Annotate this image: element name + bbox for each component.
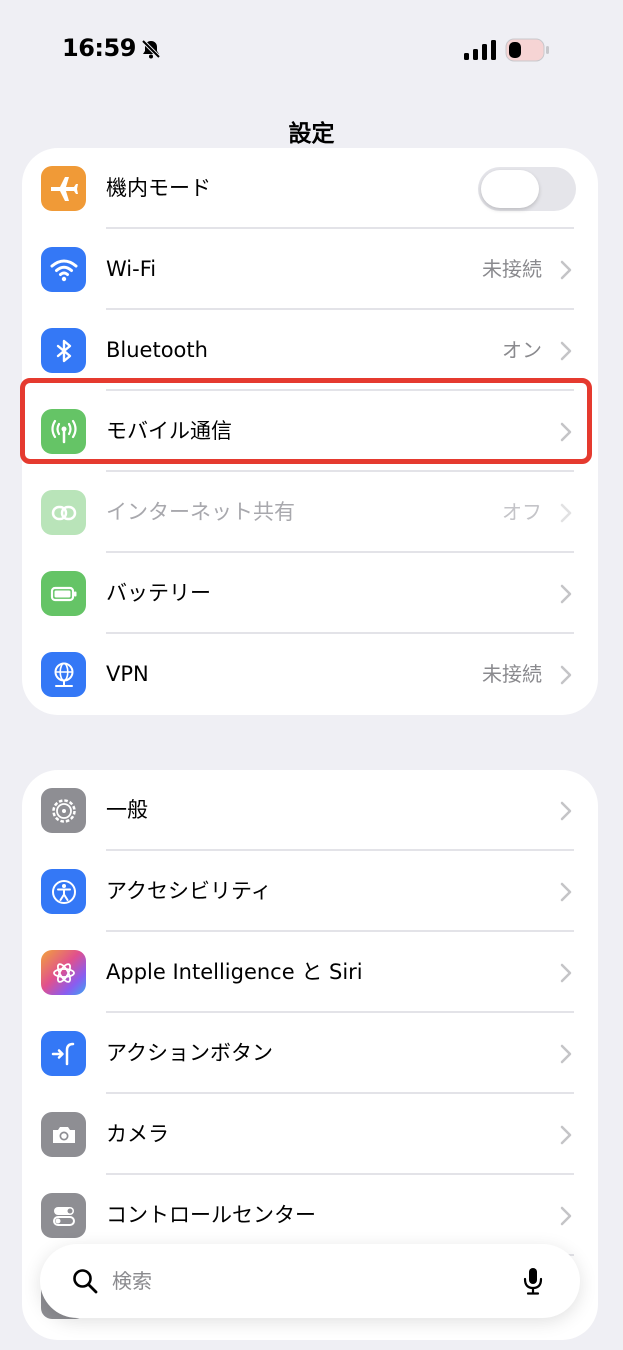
battery-low-icon xyxy=(505,38,549,62)
link-icon xyxy=(41,490,86,535)
row-label: インターネット共有 xyxy=(106,500,295,524)
chevron-right-icon xyxy=(560,1044,572,1064)
row-label: カメラ xyxy=(106,1122,169,1146)
row-label: 機内モード xyxy=(106,176,211,200)
search-placeholder: 検索 xyxy=(112,1269,152,1293)
search-bar[interactable]: 検索 xyxy=(40,1244,580,1318)
row-label: Bluetooth xyxy=(106,338,208,362)
row-label: 一般 xyxy=(106,798,148,822)
wifi-icon xyxy=(41,247,86,292)
airplane-mode-toggle[interactable] xyxy=(478,167,576,211)
accessibility-icon xyxy=(41,869,86,914)
microphone-icon[interactable] xyxy=(522,1266,544,1296)
chevron-right-icon xyxy=(560,260,572,280)
row-value: オン xyxy=(502,338,542,362)
bell-slash-icon xyxy=(141,39,161,59)
row-battery[interactable]: バッテリー xyxy=(22,553,598,634)
connectivity-settings-group: 機内モード Wi-Fi 未接続 Bluetooth オン モバイル通信 インター… xyxy=(22,148,598,715)
antenna-icon xyxy=(41,409,86,454)
row-accessibility[interactable]: アクセシビリティ xyxy=(22,851,598,932)
chevron-right-icon xyxy=(560,801,572,821)
camera-icon xyxy=(41,1112,86,1157)
page-title: 設定 xyxy=(288,121,335,147)
row-camera[interactable]: カメラ xyxy=(22,1094,598,1175)
chevron-right-icon xyxy=(560,503,572,523)
toggle-knob xyxy=(481,170,539,208)
action-button-icon xyxy=(41,1031,86,1076)
row-label: Apple Intelligence と Siri xyxy=(106,960,363,984)
battery-icon xyxy=(41,571,86,616)
bluetooth-icon xyxy=(41,328,86,373)
status-bar: 16:59 xyxy=(0,0,623,100)
row-value: 未接続 xyxy=(482,257,542,281)
chevron-right-icon xyxy=(560,882,572,902)
row-label: VPN xyxy=(106,662,149,686)
row-value: 未接続 xyxy=(482,662,542,686)
row-vpn[interactable]: VPN 未接続 xyxy=(22,634,598,715)
row-label: Wi-Fi xyxy=(106,257,157,281)
row-label: アクセシビリティ xyxy=(106,879,272,903)
row-wifi[interactable]: Wi-Fi 未接続 xyxy=(22,229,598,310)
control-center-icon xyxy=(41,1193,86,1238)
row-personal-hotspot[interactable]: インターネット共有 オフ xyxy=(22,472,598,553)
cellular-signal-icon xyxy=(464,40,496,60)
row-label: アクションボタン xyxy=(106,1041,273,1065)
search-icon xyxy=(73,1269,98,1294)
row-mobile-data[interactable]: モバイル通信 xyxy=(22,391,598,472)
gear-icon xyxy=(41,788,86,833)
chevron-right-icon xyxy=(560,1206,572,1226)
airplane-icon xyxy=(41,166,86,211)
row-general[interactable]: 一般 xyxy=(22,770,598,851)
row-bluetooth[interactable]: Bluetooth オン xyxy=(22,310,598,391)
row-action-button[interactable]: アクションボタン xyxy=(22,1013,598,1094)
chevron-right-icon xyxy=(560,963,572,983)
row-apple-intelligence-siri[interactable]: Apple Intelligence と Siri xyxy=(22,932,598,1013)
chevron-right-icon xyxy=(560,1125,572,1145)
row-label: バッテリー xyxy=(106,581,211,605)
chevron-right-icon xyxy=(560,584,572,604)
status-time: 16:59 xyxy=(62,34,136,62)
chevron-right-icon xyxy=(560,341,572,361)
apple-intelligence-icon xyxy=(41,950,86,995)
row-airplane-mode[interactable]: 機内モード xyxy=(22,148,598,229)
row-value: オフ xyxy=(502,500,542,524)
chevron-right-icon xyxy=(560,665,572,685)
row-label: モバイル通信 xyxy=(106,419,232,443)
globe-icon xyxy=(41,652,86,697)
chevron-right-icon xyxy=(560,422,572,442)
